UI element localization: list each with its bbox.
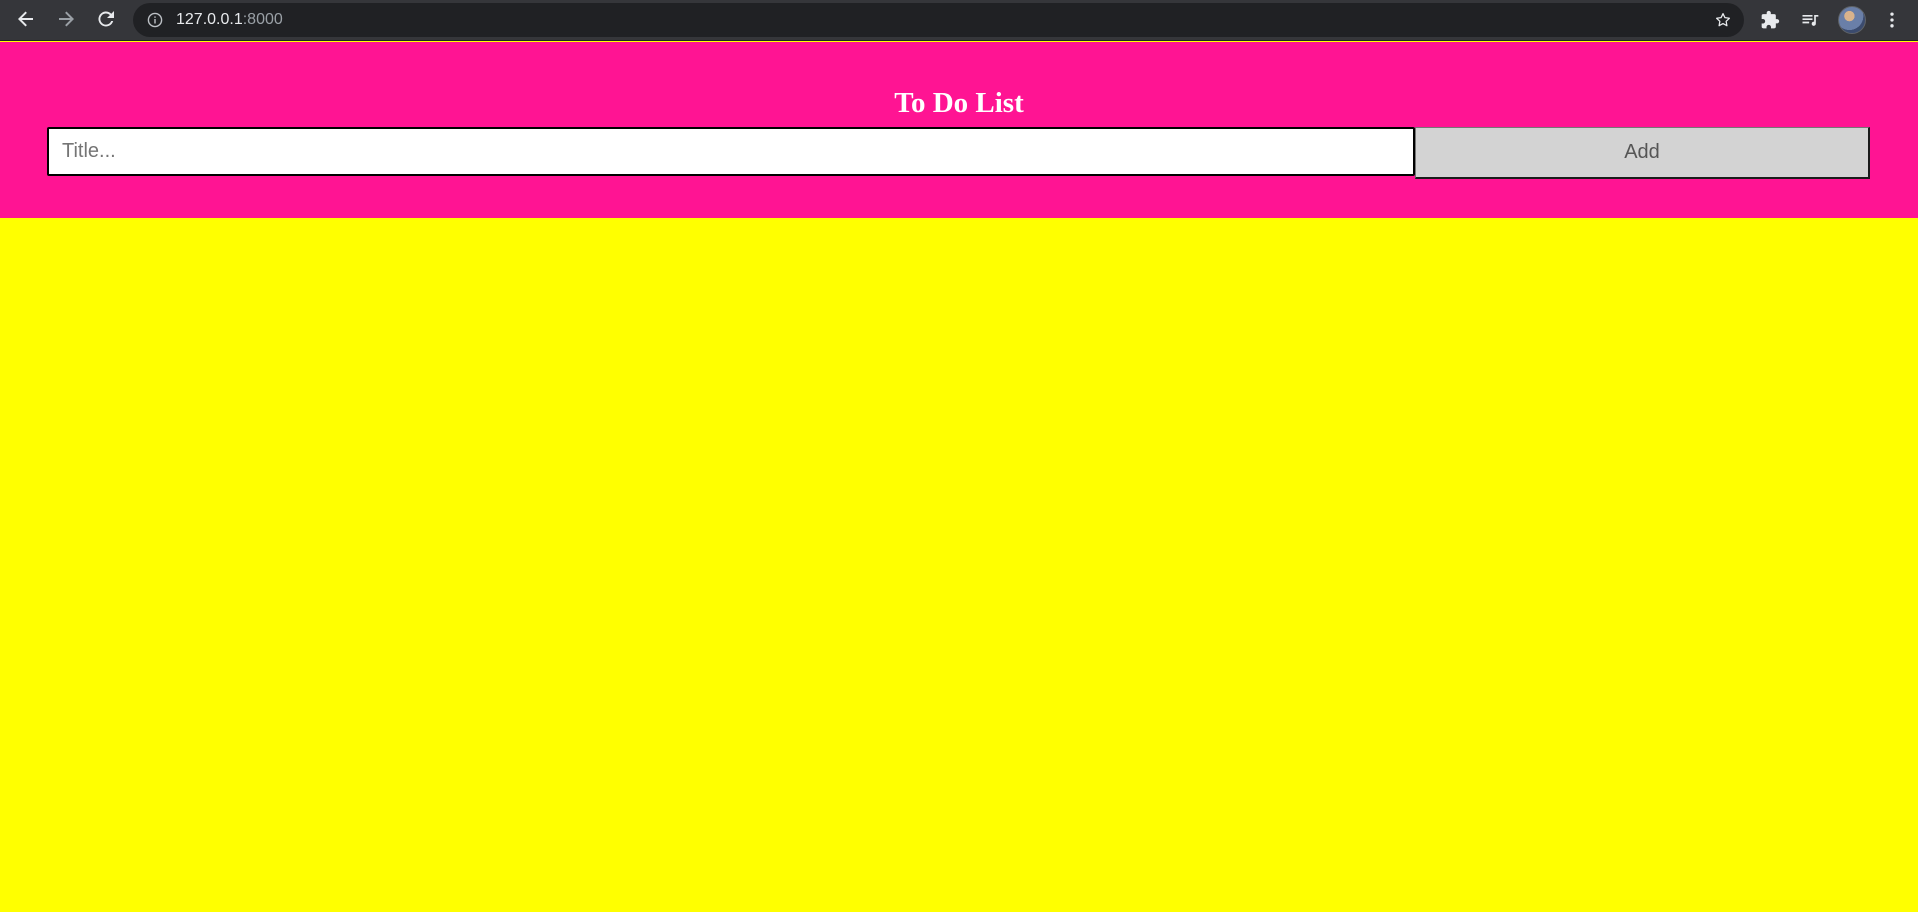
page-title: To Do List [894, 87, 1024, 119]
media-playlist-icon[interactable] [1796, 6, 1824, 34]
back-arrow-icon[interactable] [12, 5, 40, 33]
address-bar[interactable]: 127.0.0.1:8000 [133, 3, 1744, 37]
title-input[interactable] [47, 127, 1415, 176]
forward-arrow-icon[interactable] [52, 5, 80, 33]
url-text: 127.0.0.1:8000 [176, 11, 283, 29]
add-button[interactable]: Add [1415, 127, 1870, 179]
star-icon[interactable] [1714, 11, 1732, 29]
todo-list-area [0, 218, 1918, 912]
more-vert-icon[interactable] [1878, 6, 1906, 34]
url-port: :8000 [242, 11, 283, 28]
todo-header: To Do List Add [0, 42, 1918, 218]
url-host: 127.0.0.1 [176, 11, 243, 28]
browser-toolbar: 127.0.0.1:8000 [0, 0, 1918, 41]
extensions-icon[interactable] [1756, 6, 1784, 34]
profile-avatar[interactable] [1838, 6, 1866, 34]
reload-icon[interactable] [92, 5, 120, 33]
info-icon[interactable] [147, 12, 163, 28]
